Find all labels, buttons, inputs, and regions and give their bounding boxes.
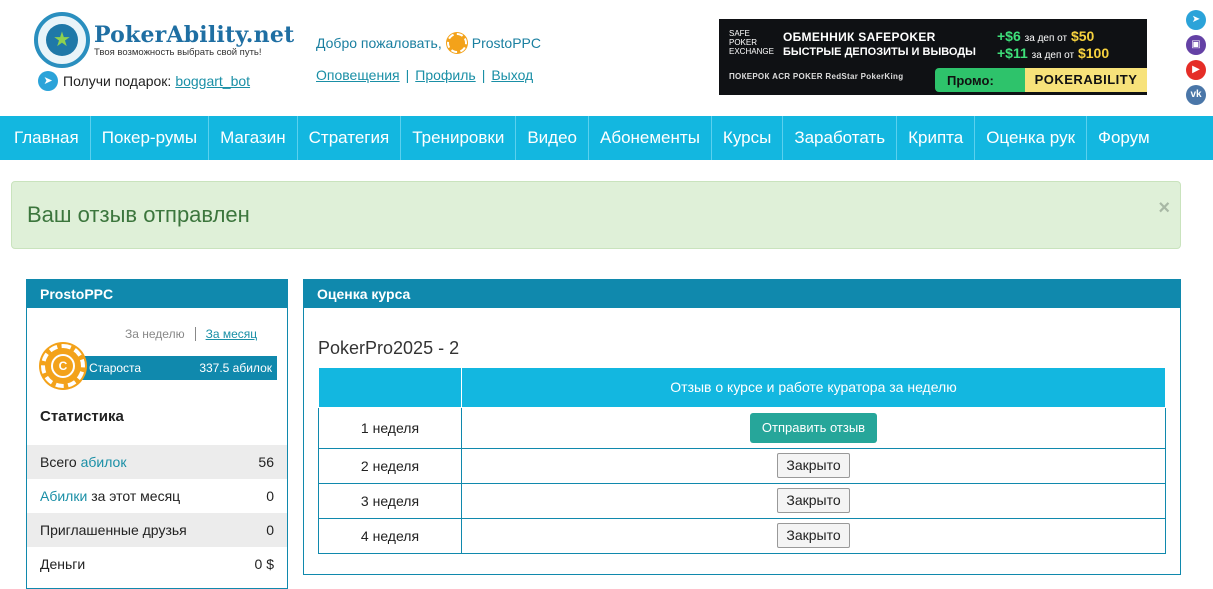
gift-bot-link[interactable]: boggart_bot bbox=[175, 73, 250, 89]
period-switch: За неделю За месяц bbox=[125, 327, 257, 341]
username: ProstoPPC bbox=[471, 35, 541, 51]
nav-item-courses[interactable]: Курсы bbox=[712, 116, 784, 160]
logo-icon: ★ bbox=[34, 12, 90, 68]
closed-button[interactable]: Закрыто bbox=[777, 488, 850, 513]
table-header-empty bbox=[318, 368, 462, 408]
nav-item-home[interactable]: Главная bbox=[0, 116, 91, 160]
nav-item-subscriptions[interactable]: Абонементы bbox=[589, 116, 712, 160]
nav-item-earn[interactable]: Заработать bbox=[783, 116, 898, 160]
stat-row-money: Деньги 0 $ bbox=[40, 556, 274, 572]
period-month-link[interactable]: За месяц bbox=[196, 327, 258, 341]
nav-item-shop[interactable]: Магазин bbox=[209, 116, 298, 160]
nav-item-poker-rooms[interactable]: Покер-румы bbox=[91, 116, 210, 160]
notifications-link[interactable]: Оповещения bbox=[316, 67, 400, 83]
profile-panel: ProstoPPC За неделю За месяц Староста 33… bbox=[26, 279, 288, 589]
nav-item-crypto[interactable]: Крипта bbox=[897, 116, 976, 160]
welcome-message: Добро пожаловать, ProstoPPC bbox=[316, 33, 541, 53]
banner-subline: БЫСТРЫЕ ДЕПОЗИТЫ И ВЫВОДЫ bbox=[783, 46, 976, 58]
rank-bar: Староста 337.5 абилок bbox=[65, 356, 277, 380]
send-review-button[interactable]: Отправить отзыв bbox=[749, 412, 878, 443]
banner-bonus-1: +$6 за деп от $50 bbox=[997, 28, 1095, 44]
stat-value: 56 bbox=[258, 454, 274, 470]
abilki-month-link[interactable]: Абилки bbox=[40, 488, 87, 504]
success-alert: Ваш отзыв отправлен × bbox=[11, 181, 1181, 249]
closed-button[interactable]: Закрыто bbox=[777, 523, 850, 548]
week-label: 4 неделя bbox=[318, 517, 462, 554]
nav-item-strategy[interactable]: Стратегия bbox=[298, 116, 402, 160]
stat-value: 0 bbox=[266, 488, 274, 504]
banner-logo: SAFE POKER EXCHANGE bbox=[729, 29, 774, 56]
main-nav: Главная Покер-румы Магазин Стратегия Тре… bbox=[0, 116, 1213, 160]
stat-row-total: Всего абилок 56 bbox=[27, 445, 287, 479]
banner-rooms: ПОКЕРОК ACR POKER RedStar PokerKing bbox=[729, 72, 904, 81]
table-row: 2 неделя Закрыто bbox=[318, 447, 1166, 484]
table-row: 1 неделя Отправить отзыв bbox=[318, 406, 1166, 449]
stat-value: 0 $ bbox=[254, 556, 274, 572]
alert-message: Ваш отзыв отправлен bbox=[27, 202, 250, 227]
abilki-link[interactable]: абилок bbox=[81, 454, 127, 470]
logout-link[interactable]: Выход bbox=[491, 67, 533, 83]
vk-icon[interactable]: vk bbox=[1186, 85, 1206, 105]
nav-item-hand-review[interactable]: Оценка рук bbox=[975, 116, 1088, 160]
stats-list: Всего абилок 56 Абилки за этот месяц 0 П… bbox=[27, 445, 287, 581]
site-logo[interactable]: ★ PokerAbility.net Твоя возможность выбр… bbox=[34, 12, 294, 68]
stat-row-friends: Приглашенные друзья 0 bbox=[27, 513, 287, 547]
week-label: 1 неделя bbox=[318, 406, 462, 449]
logo-title: PokerAbility.net bbox=[94, 22, 295, 48]
table-header-review: Отзыв о курсе и работе куратора за недел… bbox=[461, 368, 1166, 408]
promo-label: Промо: bbox=[947, 72, 994, 88]
close-icon[interactable]: × bbox=[1158, 197, 1170, 220]
telegram-icon: ➤ bbox=[38, 71, 58, 91]
course-panel-title: Оценка курса bbox=[304, 280, 1180, 308]
ad-banner[interactable]: SAFE POKER EXCHANGE ОБМЕННИК SAFEPOKER Б… bbox=[719, 19, 1147, 95]
telegram-icon[interactable]: ➤ bbox=[1186, 10, 1206, 30]
nav-item-forum[interactable]: Форум bbox=[1087, 116, 1161, 160]
nav-item-video[interactable]: Видео bbox=[516, 116, 589, 160]
site-header: ★ PokerAbility.net Твоя возможность выбр… bbox=[0, 0, 1213, 116]
stats-title: Статистика bbox=[40, 408, 124, 425]
rank-value: 337.5 абилок bbox=[199, 361, 272, 375]
banner-promo: Промо: POKERABILITY bbox=[935, 68, 1147, 92]
table-row: 4 неделя Закрыто bbox=[318, 517, 1166, 554]
promo-code: POKERABILITY bbox=[1025, 68, 1147, 92]
profile-link[interactable]: Профиль bbox=[415, 67, 475, 83]
social-links: ➤ ▣ ▶ vk bbox=[1186, 10, 1206, 110]
rank-chip-icon: С bbox=[41, 344, 85, 388]
rank-name: Староста bbox=[89, 361, 142, 375]
user-links: Оповещения | Профиль | Выход bbox=[316, 67, 534, 83]
profile-panel-title: ProstoPPC bbox=[27, 280, 287, 308]
welcome-label: Добро пожаловать, bbox=[316, 35, 442, 51]
youtube-icon[interactable]: ▶ bbox=[1186, 60, 1206, 80]
stat-row-month: Абилки за этот месяц 0 bbox=[40, 488, 274, 504]
review-table: Отзыв о курсе и работе куратора за недел… bbox=[318, 368, 1166, 554]
nav-item-trainings[interactable]: Тренировки bbox=[401, 116, 517, 160]
closed-button[interactable]: Закрыто bbox=[777, 453, 850, 478]
period-week[interactable]: За неделю bbox=[125, 327, 196, 341]
twitch-icon[interactable]: ▣ bbox=[1186, 35, 1206, 55]
week-label: 3 неделя bbox=[318, 482, 462, 519]
table-row: 3 неделя Закрыто bbox=[318, 482, 1166, 519]
gift-promo: ➤ Получи подарок: boggart_bot bbox=[38, 71, 250, 91]
banner-bonus-2: +$11 за деп от $100 bbox=[997, 45, 1110, 61]
coin-icon bbox=[446, 33, 467, 53]
course-name: PokerPro2025 - 2 bbox=[318, 338, 460, 358]
banner-headline: ОБМЕННИК SAFEPOKER bbox=[783, 30, 936, 44]
logo-subtitle: Твоя возможность выбрать свой путь! bbox=[94, 47, 262, 58]
course-review-panel: Оценка курса PokerPro2025 - 2 Отзыв о ку… bbox=[303, 279, 1181, 575]
stat-value: 0 bbox=[266, 522, 274, 538]
gift-label: Получи подарок: bbox=[63, 73, 172, 89]
week-label: 2 неделя bbox=[318, 447, 462, 484]
